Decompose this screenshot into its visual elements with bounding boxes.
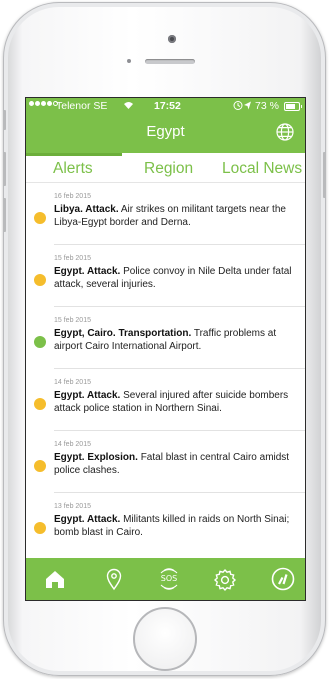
volume-up-button	[3, 152, 6, 186]
gear-icon[interactable]	[211, 565, 239, 593]
sos-label: SOS	[160, 574, 178, 583]
alert-date: 15 feb 2015	[54, 255, 91, 262]
status-bar: Telenor SE 17:52 73 %	[26, 98, 305, 114]
app-header: Telenor SE 17:52 73 % Egypt	[26, 98, 305, 153]
alert-heading: Egypt. Explosion.	[54, 452, 138, 463]
list-item[interactable]: 14 feb 2015 Egypt. Explosion. Fatal blas…	[26, 431, 305, 493]
severity-dot	[34, 460, 46, 472]
globe-icon[interactable]	[276, 123, 294, 141]
alert-text: Egypt. Attack. Militants killed in raids…	[54, 513, 300, 539]
alert-text: Egypt. Explosion. Fatal blast in central…	[54, 451, 300, 477]
list-item[interactable]: 14 feb 2015 Egypt. Attack. Several injur…	[26, 369, 305, 431]
wifi-icon	[123, 100, 134, 113]
carrier-name: Telenor SE	[56, 100, 108, 112]
alert-text: Egypt, Cairo. Transportation. Traffic pr…	[54, 327, 300, 353]
alert-date: 16 feb 2015	[54, 193, 91, 200]
page-title: Egypt	[146, 123, 185, 140]
battery-percentage: 73 %	[255, 100, 279, 112]
gauge-icon[interactable]	[269, 565, 297, 593]
earpiece-speaker	[145, 59, 195, 64]
map-pin-icon[interactable]	[100, 565, 128, 593]
list-item[interactable]: 15 feb 2015 Egypt, Cairo. Transportation…	[26, 307, 305, 369]
app-screen: Telenor SE 17:52 73 % Egypt Alerts Regio…	[25, 97, 306, 601]
active-tab-indicator	[26, 153, 122, 156]
proximity-sensor	[127, 59, 131, 63]
alert-text: Libya. Attack. Air strikes on militant t…	[54, 203, 300, 229]
alert-date: 14 feb 2015	[54, 441, 91, 448]
tab-local-news[interactable]: Local News	[222, 160, 302, 178]
volume-down-button	[3, 198, 6, 232]
alert-heading: Egypt. Attack.	[54, 266, 121, 277]
alert-heading: Libya. Attack.	[54, 204, 119, 215]
alert-text: Egypt. Attack. Several injured after sui…	[54, 389, 300, 415]
bottom-nav: SOS	[26, 558, 305, 600]
tab-alerts[interactable]: Alerts	[53, 160, 93, 178]
severity-dot	[34, 398, 46, 410]
home-icon[interactable]	[41, 565, 69, 593]
alerts-list: 16 feb 2015 Libya. Attack. Air strikes o…	[26, 183, 305, 558]
alert-heading: Egypt, Cairo. Transportation.	[54, 328, 192, 339]
phone-home-button[interactable]	[133, 607, 197, 671]
alert-date: 14 feb 2015	[54, 379, 91, 386]
mute-switch	[3, 110, 6, 130]
battery-icon	[284, 102, 302, 111]
alert-date: 15 feb 2015	[54, 317, 91, 324]
front-camera	[168, 35, 176, 43]
signal-strength-icon	[29, 101, 58, 106]
alert-date: 13 feb 2015	[54, 503, 91, 510]
location-arrow-icon	[233, 100, 253, 114]
severity-dot	[34, 522, 46, 534]
severity-dot	[34, 336, 46, 348]
tab-bar: Alerts Region Local News	[26, 153, 305, 183]
tab-region[interactable]: Region	[144, 160, 193, 178]
severity-dot	[34, 274, 46, 286]
power-button	[323, 152, 326, 198]
list-item[interactable]: 13 feb 2015 Egypt. Attack. Militants kil…	[26, 493, 305, 555]
list-item[interactable]: 16 feb 2015 Libya. Attack. Air strikes o…	[26, 183, 305, 245]
alert-heading: Egypt. Attack.	[54, 390, 121, 401]
severity-dot	[34, 212, 46, 224]
alert-text: Egypt. Attack. Police convoy in Nile Del…	[54, 265, 300, 291]
sos-button[interactable]: SOS	[155, 565, 183, 593]
list-item[interactable]: 15 feb 2015 Egypt. Attack. Police convoy…	[26, 245, 305, 307]
status-time: 17:52	[154, 100, 181, 112]
alert-heading: Egypt. Attack.	[54, 514, 121, 525]
